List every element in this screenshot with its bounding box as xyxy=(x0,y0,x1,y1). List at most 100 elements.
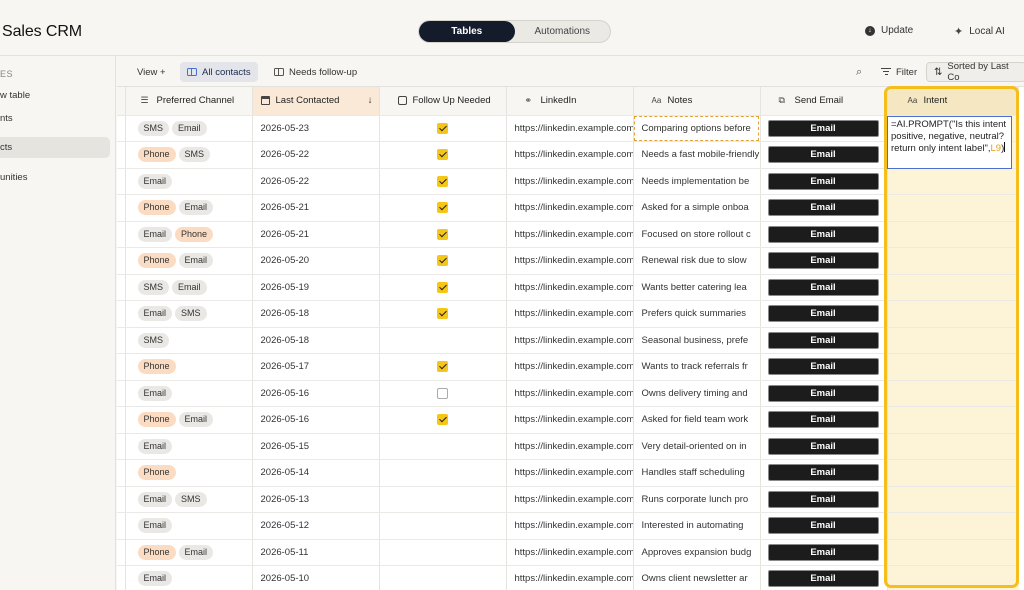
table-row[interactable]: Email 2026-05-16 https://linkedin.example.… xyxy=(117,380,1019,407)
cell-preferred-channel[interactable]: Email xyxy=(125,433,253,460)
cell-last-contacted[interactable]: 2026-05-10 xyxy=(252,565,380,590)
follow-up-checkbox[interactable] xyxy=(437,149,448,161)
filter-button[interactable]: Filter xyxy=(874,62,924,82)
cell-preferred-channel[interactable]: Phone Email xyxy=(125,539,253,566)
follow-up-checkbox[interactable] xyxy=(437,255,448,267)
cell-linkedin[interactable]: https://linkedin.example.com xyxy=(506,380,634,407)
cell-preferred-channel[interactable]: Phone SMS xyxy=(125,141,253,169)
cell-preferred-channel[interactable]: Email xyxy=(125,168,253,195)
cell-preferred-channel[interactable]: Email xyxy=(125,512,253,540)
cell-intent[interactable] xyxy=(887,168,1019,195)
cell-last-contacted[interactable]: 2026-05-22 xyxy=(252,168,380,195)
cell-follow-up-needed[interactable] xyxy=(379,247,507,275)
cell-linkedin[interactable]: https://linkedin.example.com xyxy=(506,141,634,169)
send-email-button[interactable]: Email xyxy=(767,225,879,243)
column-header-intent[interactable]: Aa Intent xyxy=(887,87,1019,116)
cell-notes[interactable]: Approves expansion budg xyxy=(633,539,761,566)
tab-tables[interactable]: Tables xyxy=(419,21,515,42)
cell-linkedin[interactable]: https://linkedin.example.com xyxy=(506,433,634,460)
cell-linkedin[interactable]: https://linkedin.example.com xyxy=(506,247,634,275)
cell-follow-up-needed[interactable] xyxy=(379,327,507,354)
sidebar-item-accounts[interactable]: nts xyxy=(0,108,110,129)
follow-up-checkbox[interactable] xyxy=(437,202,448,214)
table-row[interactable]: Email 2026-05-22 https://linkedin.example.… xyxy=(117,168,1019,195)
cell-notes[interactable]: Prefers quick summaries xyxy=(633,300,761,328)
column-header-last-contacted[interactable]: Last Contacted ↓ xyxy=(252,87,380,116)
cell-follow-up-needed[interactable] xyxy=(379,433,507,460)
cell-preferred-channel[interactable]: Email xyxy=(125,380,253,407)
table-row[interactable]: Phone Email 2026-05-16 https://linkedin.exa… xyxy=(117,406,1019,434)
cell-intent[interactable] xyxy=(887,353,1019,381)
cell-follow-up-needed[interactable] xyxy=(379,141,507,169)
cell-last-contacted[interactable]: 2026-05-20 xyxy=(252,247,380,275)
send-email-button[interactable]: Email xyxy=(767,146,879,164)
send-email-button[interactable]: Email xyxy=(767,384,879,402)
cell-preferred-channel[interactable]: Email Phone xyxy=(125,221,253,248)
cell-follow-up-needed[interactable] xyxy=(379,539,507,566)
add-view-button[interactable]: View + xyxy=(130,62,173,82)
cell-linkedin[interactable]: https://linkedin.example.com xyxy=(506,353,634,381)
table-row[interactable]: Phone SMS 2026-05-22 https://linkedin.examp… xyxy=(117,141,1019,169)
follow-up-checkbox[interactable] xyxy=(437,308,448,320)
cell-notes[interactable]: Needs implementation be xyxy=(633,168,761,195)
cell-follow-up-needed[interactable] xyxy=(379,512,507,540)
sidebar-item-contacts[interactable]: cts xyxy=(0,137,110,158)
send-email-button[interactable]: Email xyxy=(767,172,879,190)
cell-follow-up-needed[interactable] xyxy=(379,486,507,513)
sort-button[interactable]: ⇅ Sorted by Last Co xyxy=(926,61,1024,83)
cell-linkedin[interactable]: https://linkedin.example.com xyxy=(506,327,634,354)
cell-notes[interactable]: Wants better catering lea xyxy=(633,274,761,301)
send-email-button[interactable]: Email xyxy=(767,119,879,137)
send-email-button[interactable]: Email xyxy=(767,570,879,588)
table-row[interactable]: Email 2026-05-10 https://linkedin.example.… xyxy=(117,565,1019,590)
search-button[interactable]: ⌕ xyxy=(849,62,869,82)
cell-preferred-channel[interactable]: SMS xyxy=(125,327,253,354)
cell-linkedin[interactable]: https://linkedin.example.com xyxy=(506,565,634,590)
cell-preferred-channel[interactable]: Email SMS xyxy=(125,300,253,328)
cell-follow-up-needed[interactable] xyxy=(379,221,507,248)
cell-notes[interactable]: Interested in automating xyxy=(633,512,761,540)
cell-preferred-channel[interactable]: SMS Email xyxy=(125,115,253,142)
cell-last-contacted[interactable]: 2026-05-14 xyxy=(252,459,380,487)
cell-last-contacted[interactable]: 2026-05-22 xyxy=(252,141,380,169)
cell-preferred-channel[interactable]: Phone Email xyxy=(125,406,253,434)
cell-follow-up-needed[interactable] xyxy=(379,459,507,487)
send-email-button[interactable]: Email xyxy=(767,278,879,296)
cell-intent[interactable] xyxy=(887,539,1019,566)
cell-preferred-channel[interactable]: Phone Email xyxy=(125,247,253,275)
view-tab-all-contacts[interactable]: All contacts xyxy=(180,62,258,82)
table-row[interactable]: Phone 2026-05-17 https://linkedin.example.… xyxy=(117,353,1019,381)
cell-follow-up-needed[interactable] xyxy=(379,115,507,142)
cell-linkedin[interactable]: https://linkedin.example.com xyxy=(506,486,634,513)
local-ai-button[interactable]: ✦ Local AI xyxy=(954,25,1005,38)
column-header-send-email[interactable]: ⧉ Send Email xyxy=(760,87,888,116)
cell-notes[interactable]: Comparing options before xyxy=(633,115,761,142)
cell-linkedin[interactable]: https://linkedin.example.com xyxy=(506,115,634,142)
cell-notes[interactable]: Runs corporate lunch pro xyxy=(633,486,761,513)
cell-follow-up-needed[interactable] xyxy=(379,353,507,381)
send-email-button[interactable]: Email xyxy=(767,543,879,561)
table-row[interactable]: SMS Email 2026-05-19 https://linkedin.examp… xyxy=(117,274,1019,301)
cell-intent[interactable] xyxy=(887,486,1019,513)
cell-last-contacted[interactable]: 2026-05-13 xyxy=(252,486,380,513)
cell-preferred-channel[interactable]: SMS Email xyxy=(125,274,253,301)
cell-follow-up-needed[interactable] xyxy=(379,380,507,407)
cell-linkedin[interactable]: https://linkedin.example.com xyxy=(506,300,634,328)
view-tab-needs-follow-up[interactable]: Needs follow-up xyxy=(267,62,364,82)
cell-notes[interactable]: Renewal risk due to slow xyxy=(633,247,761,275)
cell-intent[interactable] xyxy=(887,565,1019,590)
table-row[interactable]: Phone 2026-05-14 https://linkedin.example.… xyxy=(117,459,1019,487)
send-email-button[interactable]: Email xyxy=(767,437,879,455)
send-email-button[interactable]: Email xyxy=(767,199,879,217)
cell-notes[interactable]: Seasonal business, prefe xyxy=(633,327,761,354)
cell-notes[interactable]: Focused on store rollout c xyxy=(633,221,761,248)
send-email-button[interactable]: Email xyxy=(767,464,879,482)
cell-linkedin[interactable]: https://linkedin.example.com xyxy=(506,459,634,487)
cell-intent[interactable] xyxy=(887,380,1019,407)
cell-follow-up-needed[interactable] xyxy=(379,406,507,434)
cell-notes[interactable]: Owns delivery timing and xyxy=(633,380,761,407)
cell-intent[interactable] xyxy=(887,221,1019,248)
cell-last-contacted[interactable]: 2026-05-15 xyxy=(252,433,380,460)
intent-formula-editor[interactable]: =AI.PROMPT("Is this intent positive, neg… xyxy=(887,116,1012,169)
follow-up-checkbox[interactable] xyxy=(437,228,448,240)
